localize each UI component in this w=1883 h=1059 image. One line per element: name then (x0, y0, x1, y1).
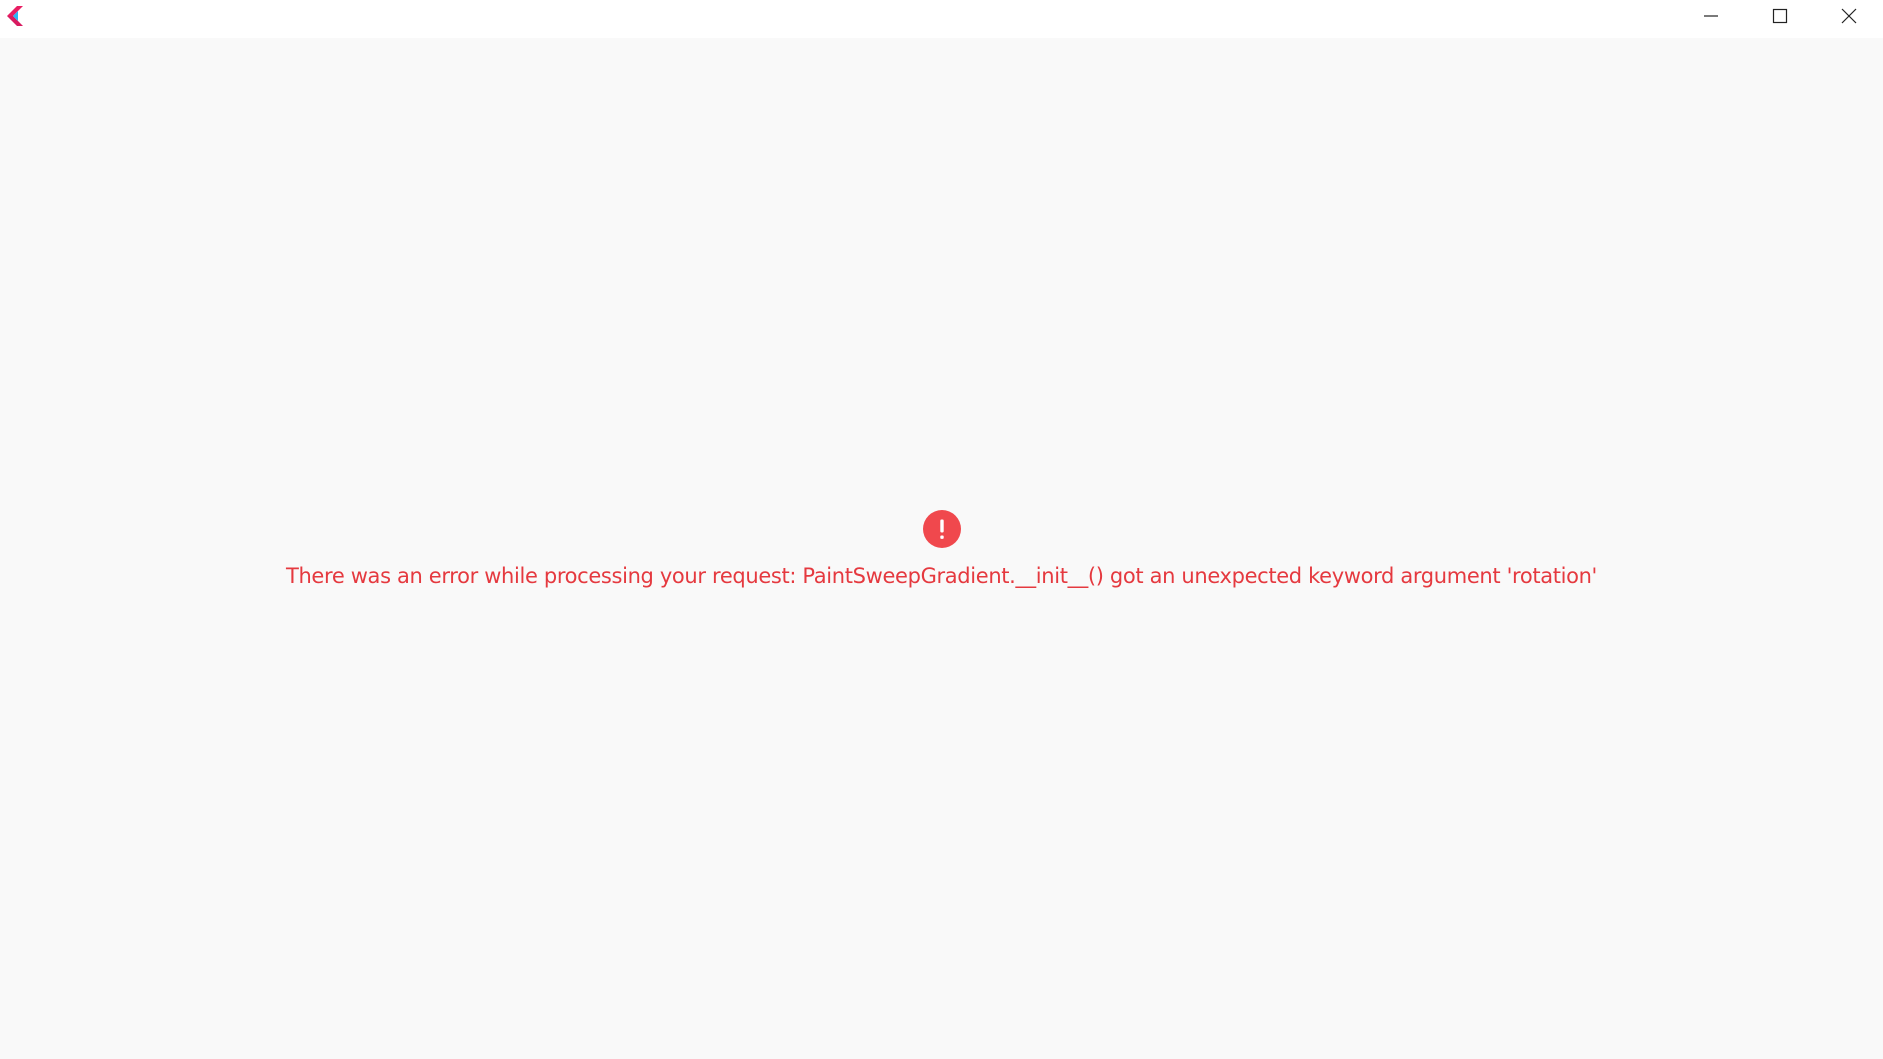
flutter-logo-icon (5, 6, 23, 26)
content-area: There was an error while processing your… (0, 38, 1883, 1059)
app-window: There was an error while processing your… (0, 0, 1883, 1059)
maximize-button[interactable] (1745, 0, 1814, 32)
error-exclamation-icon (922, 510, 961, 548)
error-message: There was an error while processing your… (286, 564, 1597, 588)
error-panel: There was an error while processing your… (0, 510, 1883, 589)
minimize-button[interactable] (1676, 0, 1745, 32)
minimize-icon (1703, 8, 1719, 24)
title-bar[interactable] (0, 0, 1883, 38)
window-controls (1676, 0, 1883, 32)
close-button[interactable] (1814, 0, 1883, 32)
maximize-icon (1772, 8, 1788, 24)
close-icon (1841, 8, 1857, 24)
